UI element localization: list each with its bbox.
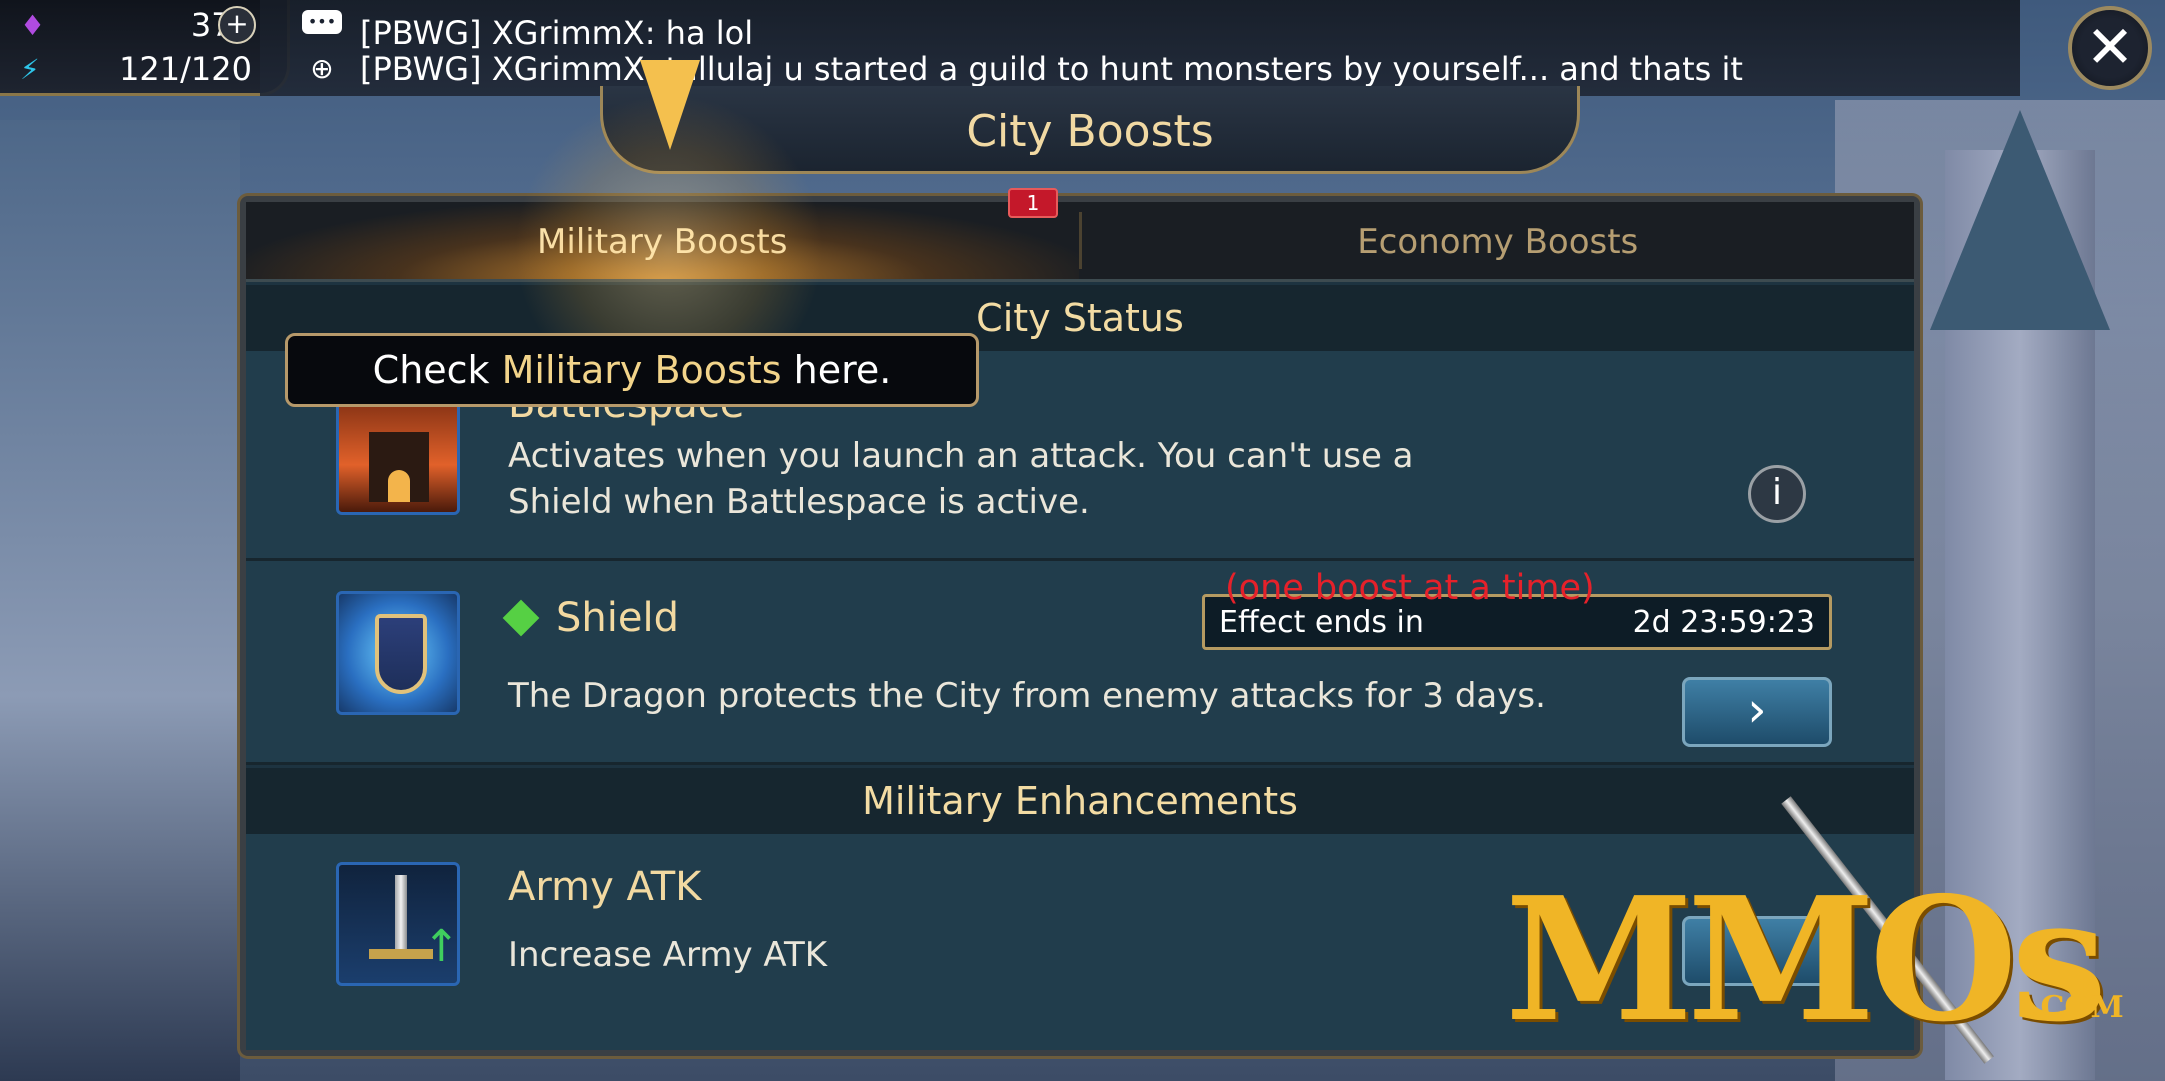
close-button[interactable]: ✕ (2068, 6, 2152, 90)
battlespace-description: Activates when you launch an attack. You… (508, 436, 1414, 522)
chat-message-2: [PBWG] XGrimmX: tallulaj u started a gui… (360, 50, 1743, 88)
energy-count: 121/120 (119, 50, 252, 88)
army-atk-title: Army ATK (508, 864, 702, 910)
shield-row: Shield The Dragon protects the City from… (246, 561, 1914, 765)
shield-detail-button[interactable]: › (1682, 677, 1832, 747)
effect-time: 2d 23:59:23 (1632, 604, 1815, 640)
army-atk-description: Increase Army ATK (508, 935, 828, 975)
one-boost-note: (one boost at a time) (1225, 568, 1595, 608)
shield-icon (336, 591, 460, 715)
background-spire (1930, 110, 2110, 330)
notification-badge: 1 (1008, 188, 1058, 218)
tutorial-tip: Check Military Boosts here. (285, 333, 979, 407)
chat-bar[interactable]: ••• [PBWG] XGrimmX: ha lol ⊕ [PBWG] XGri… (260, 0, 2020, 96)
energy-counter: ⚡ 121/120 (20, 50, 260, 88)
effect-label: Effect ends in (1219, 604, 1424, 640)
tip-prefix: Check (372, 348, 502, 392)
gem-icon: ♦ (20, 8, 46, 42)
globe-icon: ⊕ (310, 52, 334, 85)
shield-title: Shield (556, 595, 679, 641)
chat-message-1: [PBWG] XGrimmX: ha lol (360, 14, 754, 52)
military-enhancements-heading: Military Enhancements (246, 768, 1914, 834)
shield-title-wrap: Shield (502, 595, 679, 641)
add-gems-button[interactable]: + (218, 6, 256, 44)
background-left (0, 120, 240, 1081)
castle-fire-icon (336, 391, 460, 515)
tab-bar: Military Boosts Economy Boosts (246, 202, 1914, 282)
shield-description: The Dragon protects the City from enemy … (508, 676, 1546, 716)
lightning-icon: ⚡ (20, 52, 40, 86)
chat-bubble-icon: ••• (302, 10, 342, 34)
tip-highlight: Military Boosts (501, 348, 782, 392)
tab-economy-boosts[interactable]: Economy Boosts (1082, 202, 1915, 279)
watermark-logo: MMOs (1505, 860, 2107, 1060)
info-button[interactable]: i (1748, 465, 1806, 523)
tutorial-pointer-icon (640, 60, 700, 150)
tip-suffix: here. (781, 348, 892, 392)
watermark-suffix: .COM (2030, 990, 2124, 1025)
green-gem-icon (502, 599, 540, 637)
sword-up-icon: ↑ (336, 862, 460, 986)
